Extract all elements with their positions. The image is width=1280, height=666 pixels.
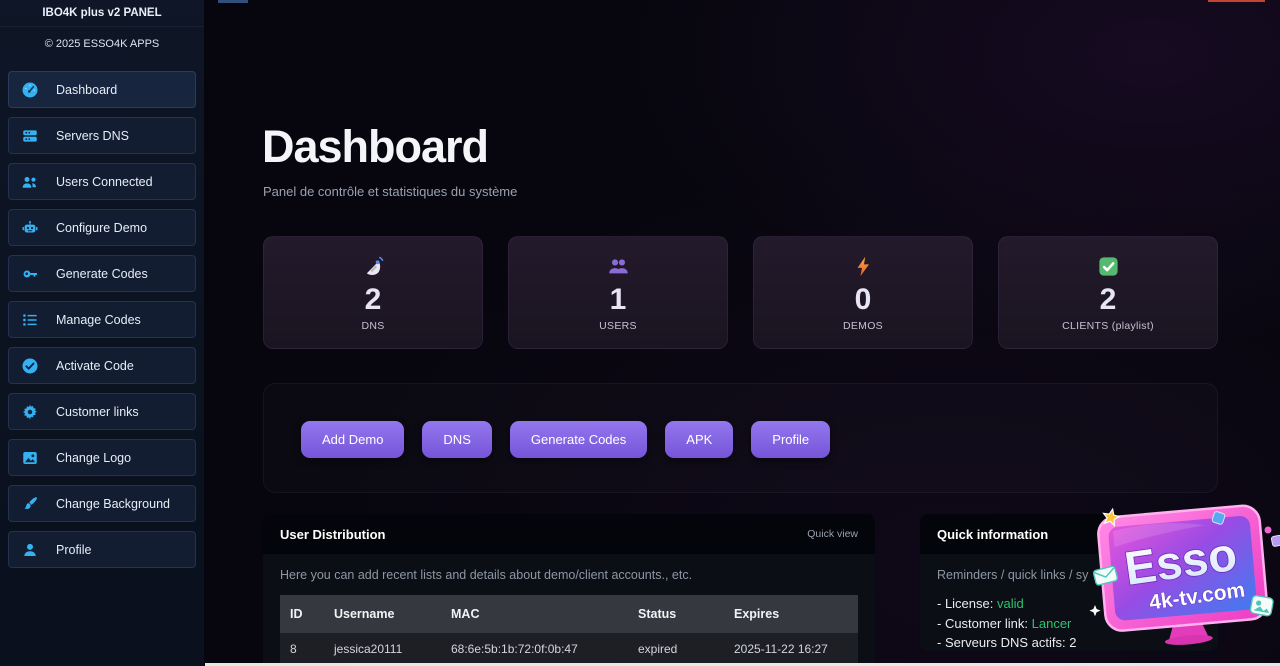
sidebar-item-label: Change Logo (56, 451, 131, 465)
col-header-mac[interactable]: MAC (441, 595, 628, 633)
cell-username: jessica20111 (324, 633, 441, 665)
logo-sticker-photo (1250, 595, 1274, 616)
user-table-header-row: ID Username MAC Status Expires (280, 595, 858, 633)
users-icon (21, 173, 39, 191)
stat-card-clients[interactable]: 2 CLIENTS (playlist) (998, 236, 1218, 349)
user-distribution-title: User Distribution (280, 527, 385, 542)
user-distribution-description: Here you can add recent lists and detail… (280, 568, 858, 582)
stat-label: CLIENTS (playlist) (1062, 320, 1154, 332)
sidebar-item-label: Profile (56, 543, 91, 557)
col-header-expires[interactable]: Expires (724, 595, 858, 633)
sidebar-item-activate-code[interactable]: Activate Code (8, 347, 196, 384)
stat-label: DEMOS (843, 320, 883, 332)
sidebar-nav: Dashboard Servers DNS Users Connected Co… (0, 61, 204, 568)
sidebar-item-dashboard[interactable]: Dashboard (8, 71, 196, 108)
user-icon (21, 541, 39, 559)
sidebar-item-manage-codes[interactable]: Manage Codes (8, 301, 196, 338)
sidebar-item-customer-links[interactable]: Customer links (8, 393, 196, 430)
stat-label: DNS (361, 320, 384, 332)
user-distribution-panel: User Distribution Quick view Here you ca… (263, 514, 875, 666)
sidebar-item-change-background[interactable]: Change Background (8, 485, 196, 522)
col-header-status[interactable]: Status (628, 595, 724, 633)
stat-label: USERS (599, 320, 637, 332)
dns-active-label: - Serveurs DNS actifs: 2 (937, 635, 1076, 650)
esso-logo: Esso 4k-tv.com (1085, 497, 1280, 649)
logo-sticker-sparkle (1089, 605, 1100, 616)
users-group-icon (607, 254, 630, 280)
stat-card-dns[interactable]: 2 DNS (263, 236, 483, 349)
green-check-icon (1097, 254, 1120, 280)
sidebar-item-generate-codes[interactable]: Generate Codes (8, 255, 196, 292)
page-subtitle: Panel de contrôle et statistiques du sys… (263, 184, 517, 199)
stat-card-users[interactable]: 1 USERS (508, 236, 728, 349)
cell-mac: 68:6e:5b:1b:72:0f:0b:47 (441, 633, 628, 665)
quick-actions-row: Add Demo DNS Generate Codes APK Profile (301, 421, 830, 458)
stat-value: 2 (1100, 284, 1117, 316)
stat-value: 1 (610, 284, 627, 316)
cell-status: expired (628, 633, 724, 665)
page-title: Dashboard (262, 121, 488, 173)
stats-row: 2 DNS 1 USERS 0 DEMOS 2 CLIENTS (playlis… (263, 236, 1218, 349)
top-blue-bar (218, 0, 248, 3)
sidebar-item-label: Change Background (56, 497, 170, 511)
logo-sticker-lilac-square (1271, 535, 1280, 547)
sidebar-item-label: Servers DNS (56, 129, 129, 143)
brush-icon (21, 495, 39, 513)
sidebar-item-label: Dashboard (56, 83, 117, 97)
stat-value: 0 (855, 284, 872, 316)
sidebar-item-label: Generate Codes (56, 267, 148, 281)
sidebar-item-label: Users Connected (56, 175, 153, 189)
license-status: valid (997, 596, 1024, 611)
sidebar: IBO4K plus v2 PANEL © 2025 ESSO4K APPS D… (0, 0, 205, 666)
col-header-username[interactable]: Username (324, 595, 441, 633)
panel-title: IBO4K plus v2 PANEL (0, 0, 204, 27)
quick-view-link[interactable]: Quick view (807, 528, 858, 540)
stat-value: 2 (365, 284, 382, 316)
sidebar-item-label: Activate Code (56, 359, 134, 373)
user-distribution-header: User Distribution Quick view (263, 514, 875, 554)
satellite-icon (362, 254, 385, 280)
lightning-icon (852, 254, 875, 280)
cell-expires: 2025-11-22 16:27 (724, 633, 858, 665)
sidebar-item-label: Configure Demo (56, 221, 147, 235)
list-icon (21, 311, 39, 329)
sidebar-item-label: Customer links (56, 405, 139, 419)
robot-icon (21, 219, 39, 237)
quick-actions-panel: Add Demo DNS Generate Codes APK Profile (263, 383, 1218, 493)
quick-information-title: Quick information (937, 527, 1048, 542)
user-table: ID Username MAC Status Expires 8 jessica… (280, 595, 858, 665)
dns-button[interactable]: DNS (422, 421, 491, 458)
speedometer-icon (21, 81, 39, 99)
customer-link-label: - Customer link: (937, 616, 1032, 631)
logo-sticker-dot (1265, 527, 1272, 534)
apk-button[interactable]: APK (665, 421, 733, 458)
sidebar-item-configure-demo[interactable]: Configure Demo (8, 209, 196, 246)
license-label: - License: (937, 596, 997, 611)
tv-shape: Esso 4k-tv.com (1097, 504, 1270, 649)
top-red-bar (1208, 0, 1265, 2)
sidebar-item-change-logo[interactable]: Change Logo (8, 439, 196, 476)
col-header-id[interactable]: ID (280, 595, 324, 633)
add-demo-button[interactable]: Add Demo (301, 421, 404, 458)
sidebar-item-label: Manage Codes (56, 313, 141, 327)
table-row[interactable]: 8 jessica20111 68:6e:5b:1b:72:0f:0b:47 e… (280, 633, 858, 665)
generate-codes-button[interactable]: Generate Codes (510, 421, 647, 458)
customer-link[interactable]: Lancer (1032, 616, 1072, 631)
cell-id: 8 (280, 633, 324, 665)
check-circle-icon (21, 357, 39, 375)
server-icon (21, 127, 39, 145)
profile-button[interactable]: Profile (751, 421, 830, 458)
image-icon (21, 449, 39, 467)
main-content: Dashboard Panel de contrôle et statistiq… (205, 0, 1280, 666)
sidebar-item-users-connected[interactable]: Users Connected (8, 163, 196, 200)
sidebar-item-servers-dns[interactable]: Servers DNS (8, 117, 196, 154)
stat-card-demos[interactable]: 0 DEMOS (753, 236, 973, 349)
sidebar-item-profile[interactable]: Profile (8, 531, 196, 568)
gear-icon (21, 403, 39, 421)
copyright-text: © 2025 ESSO4K APPS (0, 27, 204, 61)
key-icon (21, 265, 39, 283)
